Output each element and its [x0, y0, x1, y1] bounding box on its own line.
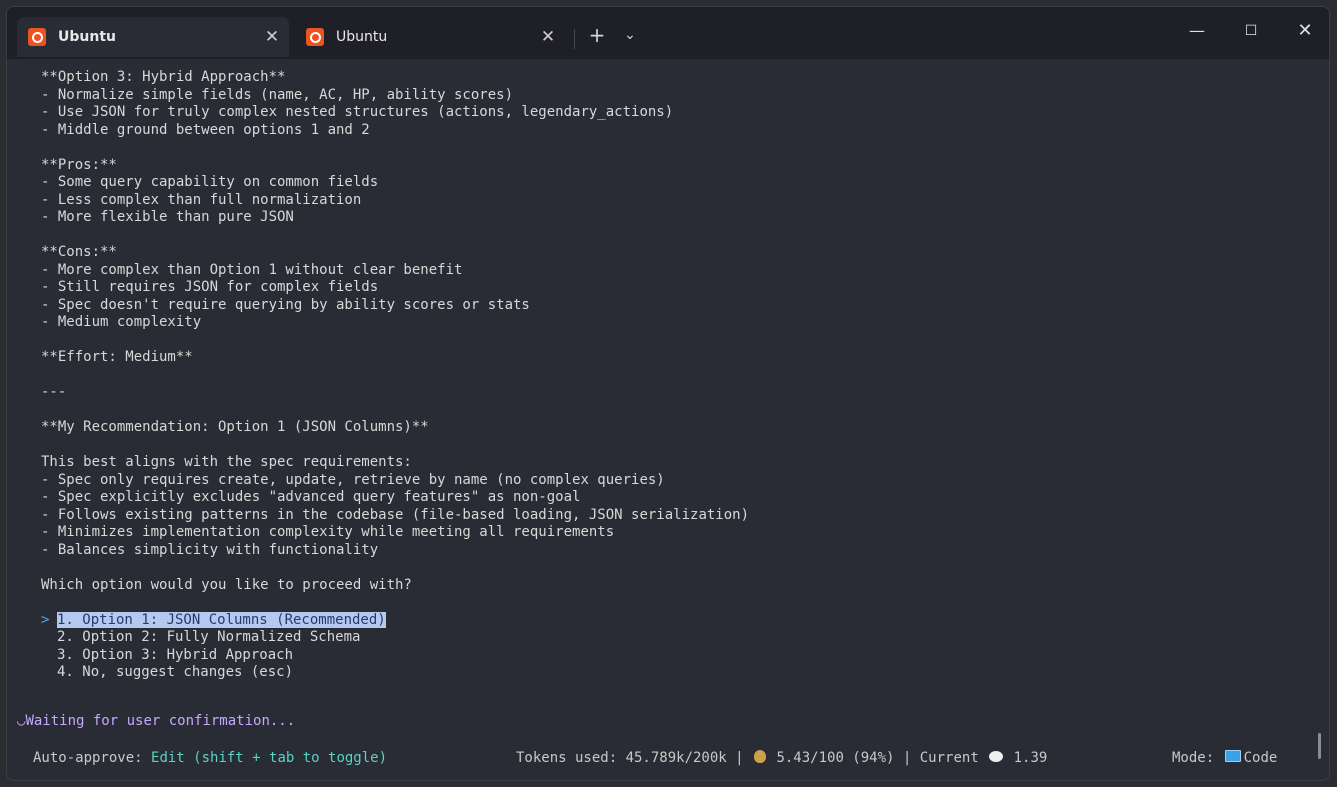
terminal-line: - Medium complexity	[41, 314, 202, 330]
option-label: 1. Option 1: JSON Columns (Recommended)	[57, 611, 386, 628]
waiting-message: Waiting for user confirmation...	[25, 713, 296, 729]
terminal-line: - Use JSON for truly complex nested stru…	[41, 104, 674, 120]
maximize-icon[interactable]: ☐	[1231, 17, 1271, 45]
title-bar: Ubuntu ✕ Ubuntu ✕ + ⌄ — ☐ ✕	[7, 7, 1329, 59]
terminal-line: **My Recommendation: Option 1 (JSON Colu…	[41, 419, 429, 435]
auto-approve-status: Auto-approve: Edit (shift + tab to toggl…	[33, 748, 387, 768]
option-item[interactable]: 3. Option 3: Hybrid Approach	[41, 647, 293, 665]
terminal-line: - Less complex than full normalization	[41, 191, 362, 208]
tokens-used: Tokens used: 45.789k/200k |	[516, 750, 744, 766]
waiting-status: ◡Waiting for user confirmation...	[17, 713, 295, 731]
terminal-line: - Some query capability on common fields	[41, 174, 379, 190]
auto-approve-label: Auto-approve:	[33, 750, 143, 766]
option-item[interactable]: 2. Option 2: Fully Normalized Schema	[41, 629, 360, 647]
terminal-line: - Follows existing patterns in the codeb…	[41, 506, 750, 523]
tab-ubuntu-2[interactable]: Ubuntu ✕	[295, 17, 565, 57]
terminal-line: **Effort: Medium**	[41, 349, 193, 365]
option-label: 3. Option 3: Hybrid Approach	[57, 646, 294, 663]
terminal-line: Which option would you like to proceed w…	[41, 576, 412, 593]
close-window-icon[interactable]: ✕	[1285, 17, 1325, 45]
tab-label: Ubuntu	[58, 29, 116, 45]
auto-approve-value[interactable]: Edit (shift + tab to toggle)	[151, 750, 387, 766]
mode-value: Code	[1243, 750, 1278, 766]
current-value: 1.39	[1013, 750, 1048, 766]
terminal-line: - More complex than Option 1 without cle…	[41, 261, 463, 278]
usage-status: Tokens used: 45.789k/200k | 5.43/100 (94…	[516, 748, 1047, 768]
option-label: 2. Option 2: Fully Normalized Schema	[57, 629, 361, 645]
option-item[interactable]: 4. No, suggest changes (esc)	[41, 664, 293, 682]
terminal-line: - Spec doesn't require querying by abili…	[41, 296, 530, 313]
terminal-line: - Middle ground between options 1 and 2	[41, 121, 370, 138]
new-tab-plus-icon[interactable]: +	[585, 23, 609, 47]
ubuntu-logo-icon	[28, 28, 46, 46]
tab-dropdown-chevron-down-icon[interactable]: ⌄	[619, 23, 641, 47]
terminal-line: **Pros:**	[41, 156, 117, 173]
tab-ubuntu-1[interactable]: Ubuntu ✕	[17, 17, 289, 57]
terminal-line: - Balances simplicity with functionality	[41, 541, 379, 558]
mode-status: Mode: Code	[1172, 748, 1277, 768]
tab-label: Ubuntu	[336, 29, 388, 45]
terminal-line: - Normalize simple fields (name, AC, HP,…	[41, 86, 514, 103]
terminal-line: **Option 3: Hybrid Approach**	[41, 69, 286, 85]
terminal-content[interactable]: **Option 3: Hybrid Approach** - Normalize…	[7, 59, 1329, 780]
terminal-line: - Minimizes implementation complexity wh…	[41, 524, 615, 540]
ubuntu-logo-icon	[306, 28, 324, 46]
tab-close-icon[interactable]: ✕	[261, 26, 283, 48]
tab-separator	[574, 29, 575, 49]
minimize-icon[interactable]: —	[1177, 17, 1217, 45]
terminal-line: - More flexible than pure JSON	[41, 209, 294, 225]
terminal-line: - Still requires JSON for complex fields	[41, 279, 379, 295]
terminal-line: - Spec explicitly excludes "advanced que…	[41, 489, 581, 505]
terminal-line: ---	[41, 384, 67, 400]
option-item[interactable]: >1. Option 1: JSON Columns (Recommended)	[41, 611, 386, 630]
speech-bubble-icon	[989, 751, 1004, 762]
scrollbar[interactable]	[1318, 733, 1321, 759]
terminal-line: - Spec only requires create, update, ret…	[41, 471, 665, 488]
cost-usage: 5.43/100 (94%) | Current	[776, 750, 979, 766]
option-label: 4. No, suggest changes (esc)	[57, 664, 294, 680]
mode-label: Mode:	[1172, 750, 1215, 766]
laptop-icon	[1224, 750, 1241, 762]
terminal-line: This best aligns with the spec requireme…	[41, 454, 412, 470]
tab-close-icon[interactable]: ✕	[537, 26, 559, 48]
terminal-line: **Cons:**	[41, 244, 117, 260]
money-bag-icon	[754, 750, 767, 763]
terminal-window: Ubuntu ✕ Ubuntu ✕ + ⌄ — ☐ ✕ **Option 3: …	[6, 6, 1330, 781]
selection-marker: >	[41, 611, 50, 628]
